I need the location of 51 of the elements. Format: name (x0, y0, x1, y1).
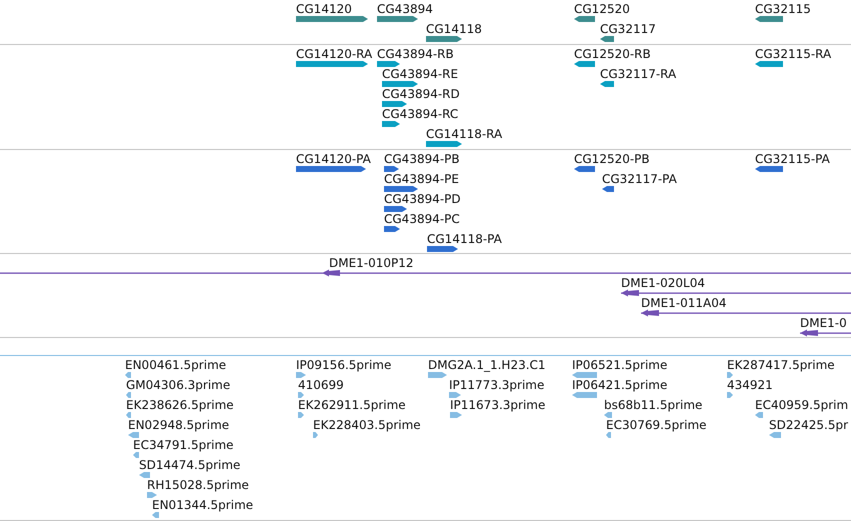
feature-label: DME1-0 (800, 316, 847, 330)
feature-label: EC30769.5prime (606, 418, 707, 432)
feature-label: SD22425.5pr (769, 418, 848, 432)
feature-label: EK228403.5prime (313, 418, 421, 432)
feature-label: CG14120 (296, 2, 352, 16)
feature-label: EC40959.5prim (755, 398, 848, 412)
feature-label: CG43894-PC (384, 212, 460, 226)
feature-label: EK238626.5prime (126, 398, 234, 412)
feature-label: CG43894-PD (384, 192, 461, 206)
feature-label: IP06521.5prime (572, 358, 668, 372)
feature-label: EK262911.5prime (298, 398, 406, 412)
feature-label: CG43894-RD (382, 87, 460, 101)
feature-label: 434921 (727, 378, 773, 392)
feature-label: CG43894 (377, 2, 433, 16)
feature-label: CG43894-RC (382, 107, 458, 121)
feature-label: EC34791.5prime (133, 438, 234, 452)
feature-label: CG32117-PA (602, 172, 677, 186)
feature-label: EN00461.5prime (125, 358, 226, 372)
feature-label: CG14120-RA (296, 47, 372, 61)
feature-label: CG32115 (755, 2, 811, 16)
feature-label: IP09156.5prime (296, 358, 392, 372)
feature-label: CG12520-RB (574, 47, 651, 61)
feature-label: DMG2A.1_1.H23.C1 (428, 358, 546, 372)
feature-label: CG32117-RA (600, 67, 676, 81)
feature-label: IP06421.5prime (572, 378, 668, 392)
feature-label: CG14118-PA (427, 232, 502, 246)
feature-label: DME1-011A04 (641, 296, 727, 310)
feature-label: CG32117 (600, 22, 656, 36)
feature-label: RH15028.5prime (147, 478, 249, 492)
feature-label: EK287417.5prime (727, 358, 835, 372)
feature-label: IP11773.3prime (449, 378, 544, 392)
feature-label: CG12520 (574, 2, 630, 16)
feature-label: DME1-020L04 (621, 276, 705, 290)
feature-label: CG43894-RE (382, 67, 458, 81)
feature-label: CG32115-PA (755, 152, 830, 166)
feature-label: CG12520-PB (574, 152, 650, 166)
feature-label: CG14120-PA (296, 152, 371, 166)
feature-label: SD14474.5prime (139, 458, 240, 472)
feature-label: IP11673.3prime (450, 398, 546, 412)
feature-label: 410699 (298, 378, 344, 392)
feature-label: CG43894-RB (377, 47, 454, 61)
feature-label: EN02948.5prime (128, 418, 230, 432)
feature-label: CG14118-RA (426, 127, 502, 141)
feature-label: CG14118 (426, 22, 482, 36)
feature-label: DME1-010P12 (329, 256, 414, 270)
feature-label: CG43894-PE (384, 172, 459, 186)
feature-label: CG43894-PB (384, 152, 460, 166)
feature-label: bs68b11.5prime (604, 398, 702, 412)
feature-label: EN01344.5prime (152, 498, 254, 512)
feature-label: CG32115-RA (755, 47, 832, 61)
feature-label: GM04306.3prime (126, 378, 230, 392)
